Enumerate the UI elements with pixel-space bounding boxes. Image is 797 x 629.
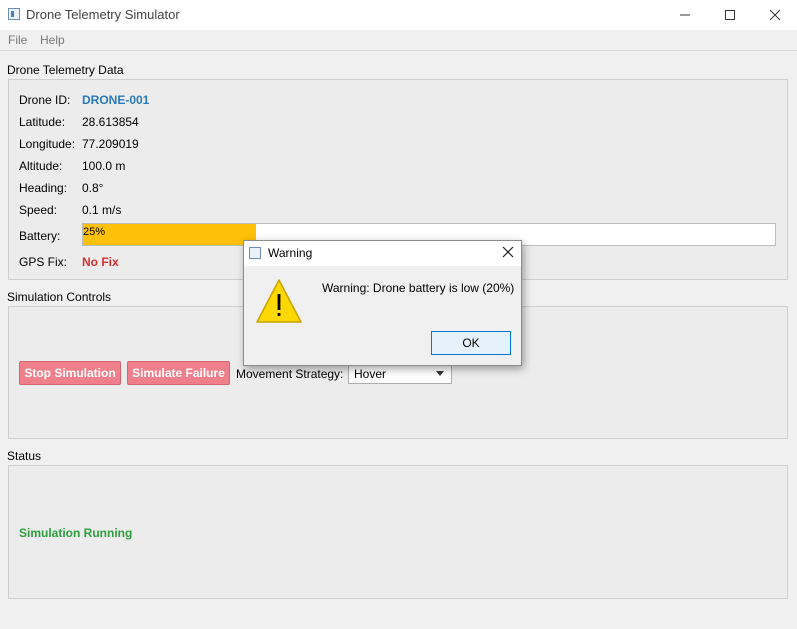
simulate-failure-button[interactable]: Simulate Failure (127, 361, 230, 385)
gps-fix-value: No Fix (82, 255, 119, 269)
close-icon (502, 246, 514, 258)
dialog-title: Warning (268, 246, 313, 260)
status-text: Simulation Running (19, 526, 133, 540)
dialog-message: Warning: Drone battery is low (20%) (322, 281, 515, 295)
controls-group-title: Simulation Controls (7, 290, 112, 304)
ok-button[interactable]: OK (431, 331, 511, 355)
close-icon (769, 9, 781, 21)
menu-bar: File Help (0, 30, 797, 51)
maximize-button[interactable] (707, 0, 753, 30)
close-button[interactable] (752, 0, 797, 30)
altitude-label: Altitude: (19, 159, 63, 173)
dialog-titlebar: Warning (244, 241, 521, 266)
app-icon (8, 8, 20, 20)
speed-label: Speed: (19, 203, 58, 217)
speed-value: 0.1 m/s (82, 203, 122, 217)
status-group-title: Status (7, 449, 42, 463)
telemetry-group-title: Drone Telemetry Data (7, 63, 124, 77)
movement-strategy-value: Hover (354, 367, 387, 381)
drone-id-label: Drone ID: (19, 93, 71, 107)
dialog-close-button[interactable] (501, 245, 515, 262)
window-title: Drone Telemetry Simulator (26, 7, 180, 22)
movement-strategy-select[interactable]: Hover (348, 363, 452, 384)
longitude-label: Longitude: (19, 137, 76, 151)
drone-id-value: DRONE-001 (82, 93, 150, 107)
minimize-button[interactable] (662, 0, 708, 30)
menu-file[interactable]: File (8, 33, 27, 47)
dialog-app-icon (249, 247, 261, 259)
chevron-down-icon (436, 371, 444, 376)
warning-dialog: Warning Warning: Drone battery is low (2… (243, 240, 522, 366)
latitude-value: 28.613854 (82, 115, 139, 129)
stop-simulation-button[interactable]: Stop Simulation (19, 361, 121, 385)
heading-value: 0.8° (82, 181, 104, 195)
battery-progress-text: 25% (83, 226, 106, 238)
warning-icon (255, 278, 303, 327)
heading-label: Heading: (19, 181, 68, 195)
latitude-label: Latitude: (19, 115, 66, 129)
gps-fix-label: GPS Fix: (19, 255, 68, 269)
battery-progress-fill (83, 224, 256, 245)
longitude-value: 77.209019 (82, 137, 139, 151)
battery-label: Battery: (19, 229, 61, 243)
menu-help[interactable]: Help (40, 33, 65, 47)
window-titlebar: Drone Telemetry Simulator (0, 0, 797, 30)
minimize-icon (680, 14, 690, 16)
maximize-icon (725, 10, 735, 20)
movement-strategy-label: Movement Strategy: (236, 367, 344, 381)
altitude-value: 100.0 m (82, 159, 126, 173)
